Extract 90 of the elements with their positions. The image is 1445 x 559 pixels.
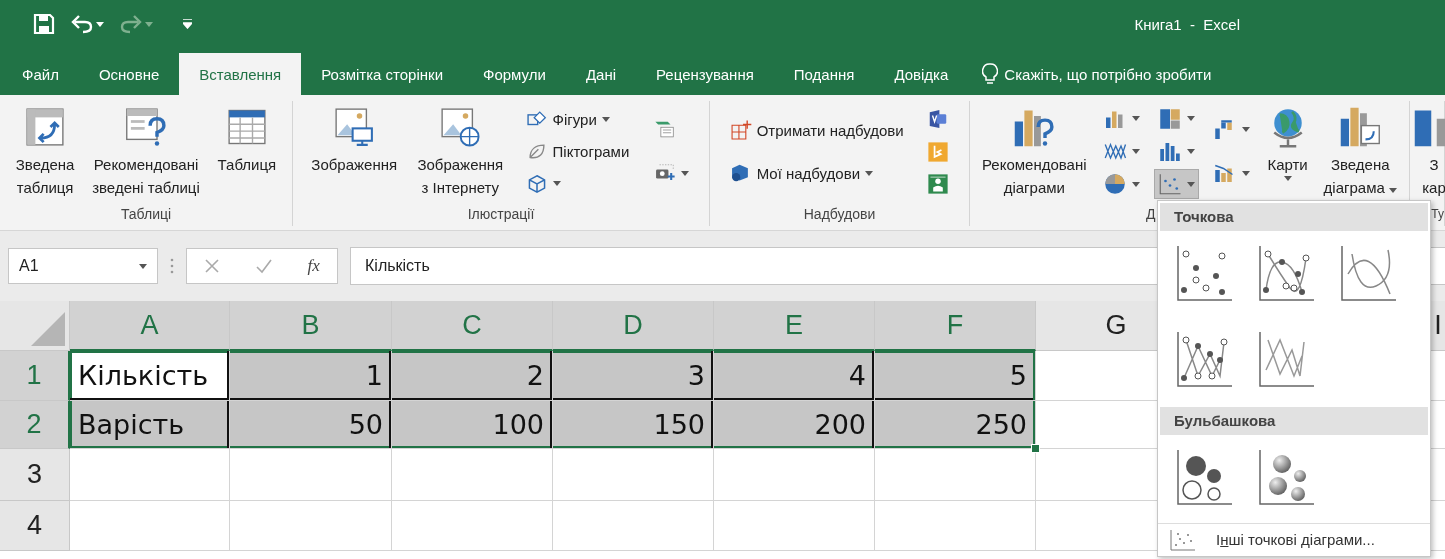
redo-icon: [120, 14, 142, 34]
ribbon-tab[interactable]: Файл: [2, 53, 79, 95]
fill-handle[interactable]: [1031, 444, 1040, 453]
table-cell: 2: [392, 351, 553, 401]
ribbon-button[interactable]: Рекомендовані діаграми: [980, 101, 1089, 202]
grip-icon: [170, 258, 174, 274]
ribbon-button[interactable]: Зображення: [309, 101, 400, 202]
row-header[interactable]: 2: [0, 401, 70, 449]
row-header[interactable]: 3: [0, 449, 70, 501]
check-icon[interactable]: [254, 258, 273, 274]
chart-type-button[interactable]: [1153, 169, 1199, 200]
grid-plus-icon: [729, 119, 752, 141]
pivot-chart-icon: [1338, 105, 1383, 149]
tell-me-search[interactable]: Скажіть, що потрібно зробити: [968, 53, 1226, 95]
caret-icon: [1283, 176, 1292, 181]
group-label: Ілюстрації: [467, 206, 535, 222]
menu-section-title: Бульбашкова: [1160, 406, 1428, 435]
caret-icon: [1131, 149, 1140, 154]
caret-icon: [1186, 116, 1195, 122]
group-label: Таблиці: [120, 206, 172, 222]
b-logo-icon: [927, 140, 950, 163]
ribbon-button[interactable]: Зображення з Інтернету: [415, 101, 506, 202]
ribbon-tab[interactable]: Формули: [463, 53, 566, 95]
caret-icon: [139, 263, 147, 269]
column-header[interactable]: F: [875, 301, 1036, 351]
group-label: Д: [1146, 206, 1156, 222]
table-question-icon: [124, 105, 168, 149]
caret-icon: [1131, 181, 1140, 187]
insert-function-button[interactable]: fx: [307, 256, 320, 276]
ribbon-button[interactable]: Рекомендовані зведені таблиці: [90, 101, 202, 202]
row-header[interactable]: 1: [0, 351, 70, 401]
caret-icon: [1186, 149, 1195, 154]
ribbon-button[interactable]: З кар: [1410, 101, 1445, 202]
table-cell: Варість: [70, 401, 230, 449]
row-header[interactable]: 4: [0, 501, 70, 551]
diagram-icon: [653, 119, 676, 141]
ribbon-tab[interactable]: Дані: [565, 53, 636, 95]
column-header[interactable]: C: [392, 301, 553, 351]
caret-icon: [96, 21, 104, 27]
save-icon: [33, 13, 55, 35]
ribbon-button[interactable]: Таблиця: [215, 101, 279, 202]
ribbon-button[interactable]: Піктограми: [521, 137, 634, 166]
ribbon-tab[interactable]: Рецензування: [636, 53, 774, 95]
pie-chart-icon: [1102, 172, 1127, 197]
ribbon-button[interactable]: Фігури: [521, 105, 634, 134]
column-header[interactable]: E: [714, 301, 875, 351]
menu-section-title: Точкова: [1160, 203, 1428, 231]
ribbon-tab[interactable]: Подання: [773, 53, 875, 95]
table-cell: 3: [553, 351, 714, 401]
lightbulb-icon: [982, 63, 999, 85]
table-cell: 1: [230, 351, 392, 401]
ribbon-button[interactable]: Мої надбудови: [725, 159, 908, 187]
name-box[interactable]: A1: [8, 248, 158, 284]
caret-icon: [865, 170, 874, 176]
more-charts-link[interactable]: Інші точкові діаграми...: [1158, 522, 1430, 556]
customize-icon: [183, 19, 192, 29]
table-cell: 200: [714, 401, 875, 449]
caret-icon: [601, 116, 610, 122]
table-cell: Кількість: [70, 351, 230, 401]
caret-icon: [145, 21, 153, 27]
column-header[interactable]: D: [553, 301, 714, 351]
column-header[interactable]: A: [70, 301, 230, 351]
ribbon-tab[interactable]: Довідка: [874, 53, 969, 95]
caret-icon: [1241, 127, 1250, 133]
ribbon-tab[interactable]: Вставлення: [179, 53, 302, 95]
caret-icon: [1131, 116, 1140, 122]
window-title: Книга1 - Excel: [1134, 15, 1240, 33]
column-header[interactable]: B: [230, 301, 392, 351]
caret-icon: [680, 170, 689, 176]
undo-icon: [71, 14, 93, 34]
group-label: Ту: [1431, 207, 1444, 221]
table-cell: 5: [875, 351, 1036, 401]
table-cell: 50: [230, 401, 392, 449]
caret-icon: [1241, 170, 1250, 176]
scatter-dots-icon: [1170, 528, 1196, 551]
table-cell: 100: [392, 401, 553, 449]
ribbon-button[interactable]: Отримати надбудови: [725, 116, 908, 144]
caret-icon: [552, 181, 561, 187]
ribbon-tab[interactable]: Розмітка сторінки: [301, 53, 463, 95]
person-board-icon: [927, 172, 950, 195]
ribbon-button[interactable]: Зведена таблиця: [13, 101, 77, 202]
ribbon-tab[interactable]: Основне: [78, 53, 180, 95]
caret-icon: [1389, 188, 1397, 193]
caret-icon: [1186, 181, 1195, 187]
scatter-chart-icon: [1157, 172, 1182, 197]
group-label: Надбудови: [803, 206, 876, 222]
treemap-icon: [1157, 106, 1182, 131]
customize-button[interactable]: [180, 17, 195, 31]
table-cell: 150: [553, 401, 714, 449]
table-cell: 4: [714, 351, 875, 401]
